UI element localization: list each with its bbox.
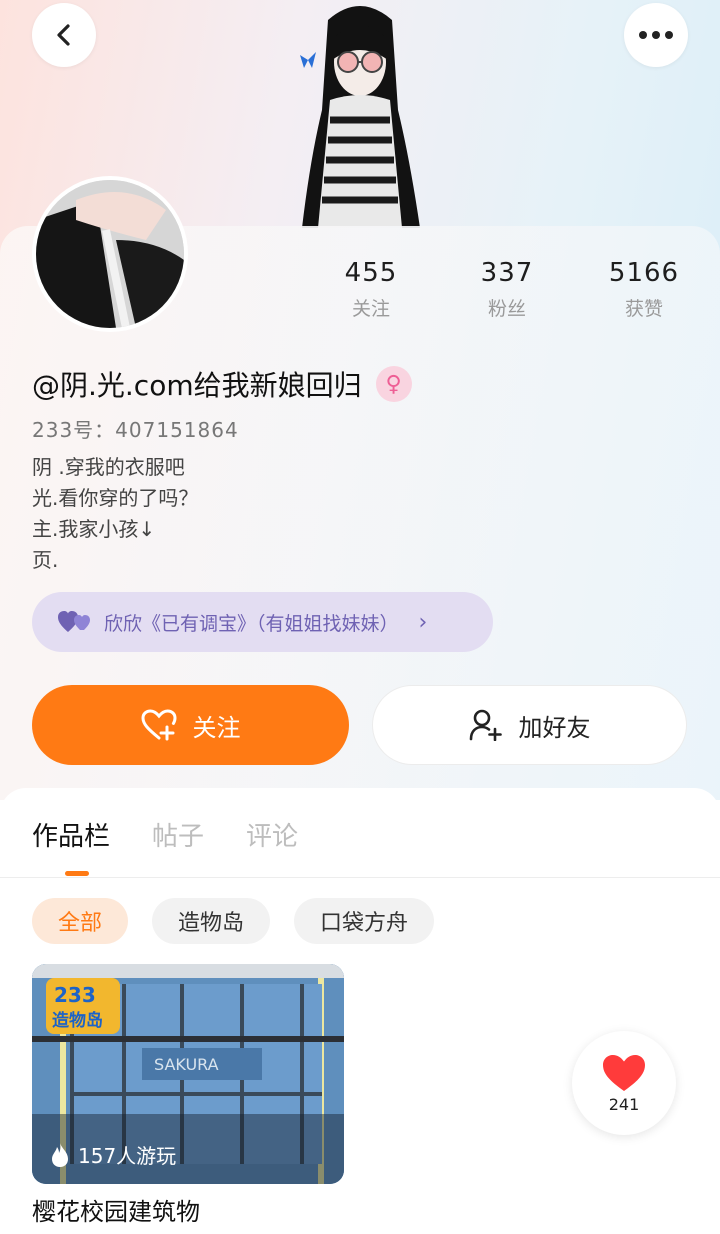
female-icon: ♀ (375, 366, 412, 402)
stat-likes[interactable]: 5166 获赞 (584, 258, 704, 321)
flame-icon (52, 1142, 68, 1167)
following-count: 455 (344, 258, 398, 288)
tab-posts[interactable]: 帖子 (152, 816, 204, 853)
more-dots-icon (639, 31, 673, 39)
bio-line: 页. (32, 548, 59, 572)
badge-line2: 造物岛 (52, 1010, 103, 1031)
followers-label: 粉丝 (487, 298, 526, 320)
heart-plus-icon (140, 709, 177, 741)
add-user-icon (469, 709, 502, 741)
chip-creation-island[interactable]: 造物岛 (152, 898, 271, 944)
avatar-image (36, 180, 184, 328)
chip-pocket-ark[interactable]: 口袋方舟 (294, 898, 435, 944)
tab-works[interactable]: 作品栏 (32, 816, 110, 853)
likes-count: 5166 (608, 258, 680, 288)
chevron-left-icon (57, 24, 70, 46)
likes-label: 获赞 (624, 298, 663, 320)
work-card[interactable]: SAKURA 233 造物岛 157人游玩 (32, 964, 344, 1184)
stat-followers[interactable]: 337 粉丝 (447, 258, 567, 321)
bio-line: 主.我家小孩↓ (32, 517, 156, 541)
double-heart-icon (58, 611, 90, 632)
user-id: 233号：407151864 (32, 418, 239, 442)
follow-label: 关注 (192, 713, 241, 742)
play-count-text: 157人游玩 (78, 1144, 177, 1168)
more-options-button[interactable] (624, 3, 688, 67)
heart-icon (603, 1054, 645, 1091)
avatar-character-illustration (300, 6, 420, 228)
bio-line: 阴 .穿我的衣服吧 (32, 455, 185, 479)
nickname: @阴.光.com给我新娘回归 (32, 369, 362, 402)
nickname-row: @阴.光.com给我新娘回归 ♀ (32, 364, 412, 404)
like-count: 241 (608, 1094, 640, 1114)
relationship-banner[interactable]: 欣欣《已有调宝》（有姐姐找妹妹） › (32, 592, 493, 652)
works-section: 作品栏 帖子 评论 全部 造物岛 口袋方舟 SAKURA 233 造物岛 157… (0, 788, 720, 1234)
following-label: 关注 (351, 298, 390, 320)
active-tab-indicator (65, 871, 89, 876)
avatar[interactable] (32, 176, 188, 332)
bio: 阴 .穿我的衣服吧 光.看你穿的了吗？ 主.我家小孩↓ 页. (32, 452, 198, 576)
chip-all[interactable]: 全部 (32, 898, 129, 944)
filter-chips: 全部 造物岛 口袋方舟 (32, 898, 435, 944)
sign-text: SAKURA (154, 1055, 219, 1074)
add-friend-button[interactable]: 加好友 (372, 685, 687, 765)
content-tabs: 作品栏 帖子 评论 (32, 816, 298, 853)
bio-line: 光.看你穿的了吗？ (32, 486, 199, 510)
play-count: 157人游玩 (50, 1140, 176, 1169)
add-friend-label: 加好友 (518, 713, 591, 742)
follow-button[interactable]: 关注 (32, 685, 349, 765)
followers-count: 337 (480, 258, 534, 288)
divider (0, 877, 720, 878)
tab-comments[interactable]: 评论 (246, 816, 298, 853)
work-title[interactable]: 樱花校园建筑物 (32, 1192, 200, 1227)
like-button[interactable]: 241 (572, 1031, 676, 1135)
relationship-text: 欣欣《已有调宝》（有姐姐找妹妹） (104, 612, 399, 635)
back-button[interactable] (32, 3, 96, 67)
badge-line1: 233 (54, 983, 96, 1007)
stat-following[interactable]: 455 关注 (311, 258, 431, 321)
chevron-right-icon: › (418, 609, 428, 635)
